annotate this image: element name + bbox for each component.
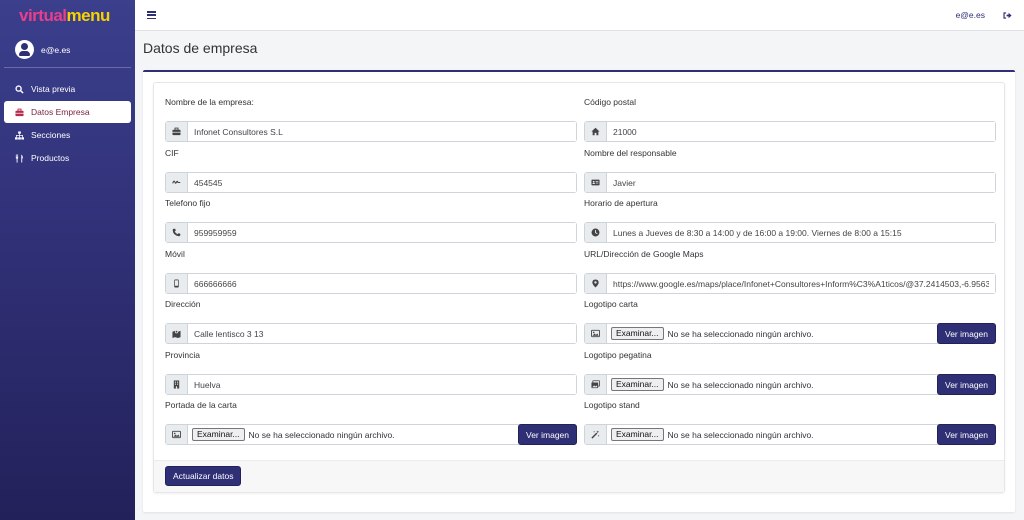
label-responsable: Nombre del responsable bbox=[584, 148, 677, 158]
logout-icon[interactable] bbox=[1003, 11, 1012, 20]
company-data-card: Nombre de la empresa: CIF bbox=[143, 70, 1015, 512]
label-direccion: Dirección bbox=[165, 299, 201, 309]
update-data-button[interactable]: Actualizar datos bbox=[165, 466, 242, 486]
logo-stand-file-status: No se ha seleccionado ningún archivo. bbox=[667, 429, 814, 440]
avatar bbox=[15, 40, 34, 59]
field-movil: Móvil bbox=[165, 249, 577, 294]
clock-icon bbox=[585, 223, 607, 242]
label-logo-carta: Logotipo carta bbox=[584, 299, 638, 309]
telefono-input[interactable] bbox=[188, 223, 576, 242]
signature-icon bbox=[166, 173, 188, 192]
sidebar-item-productos[interactable]: Productos bbox=[4, 147, 131, 169]
briefcase-icon bbox=[15, 108, 27, 117]
image-icon bbox=[166, 425, 188, 444]
field-cp: Código postal bbox=[584, 97, 996, 142]
mobile-icon bbox=[166, 274, 188, 293]
label-portada: Portada de la carta bbox=[165, 400, 237, 410]
logo-carta-view-button[interactable]: Ver imagen bbox=[937, 323, 996, 344]
sitemap-icon bbox=[15, 130, 27, 140]
phone-icon bbox=[166, 223, 188, 242]
logo-pegatina-browse-button[interactable]: Examinar... bbox=[611, 378, 664, 391]
page-title: Datos de empresa bbox=[143, 40, 258, 56]
sidebar-item-label: Datos Empresa bbox=[31, 107, 90, 117]
sidebar-nav: Vista previa Datos Empresa Secciones Pro… bbox=[0, 78, 135, 169]
field-logo-pegatina: Logotipo pegatina Examinar... No se ha s… bbox=[584, 350, 996, 395]
logo-carta-browse-button[interactable]: Examinar... bbox=[611, 327, 664, 340]
movil-input[interactable] bbox=[188, 274, 576, 293]
direccion-input[interactable] bbox=[188, 324, 576, 343]
field-provincia: Provincia bbox=[165, 350, 577, 395]
provincia-input[interactable] bbox=[188, 375, 576, 394]
portada-file-status: No se ha seleccionado ningún archivo. bbox=[248, 429, 395, 440]
responsable-input[interactable] bbox=[607, 173, 995, 192]
logo-pegatina-file-status: No se ha seleccionado ningún archivo. bbox=[667, 379, 814, 390]
sidebar-item-label: Productos bbox=[31, 153, 70, 163]
label-telefono: Telefono fijo bbox=[165, 198, 211, 208]
brand-part-virtual: virtual bbox=[19, 6, 67, 25]
label-logo-stand: Logotipo stand bbox=[584, 400, 640, 410]
field-logo-carta: Logotipo carta Examinar... No se ha sele… bbox=[584, 299, 996, 344]
brand-part-menu: menu bbox=[66, 6, 111, 25]
images-icon bbox=[585, 375, 607, 394]
logo-carta-file-status: No se ha seleccionado ningún archivo. bbox=[667, 328, 814, 339]
label-movil: Móvil bbox=[165, 249, 185, 259]
nombre-input[interactable] bbox=[188, 122, 576, 141]
field-telefono: Telefono fijo bbox=[165, 198, 577, 243]
map-marker-icon bbox=[585, 274, 607, 293]
label-horario: Horario de apertura bbox=[584, 198, 658, 208]
menu-toggle-icon[interactable] bbox=[147, 11, 156, 20]
user-email: e@e.es bbox=[41, 44, 71, 55]
map-icon bbox=[166, 324, 188, 343]
field-portada: Portada de la carta Examinar... No se ha… bbox=[165, 400, 577, 445]
sidebar: virtual menu e@e.es Vista previa Datos Em… bbox=[0, 0, 135, 520]
sidebar-item-datos-empresa[interactable]: Datos Empresa bbox=[4, 101, 131, 123]
logo-stand-browse-button[interactable]: Examinar... bbox=[611, 428, 664, 441]
logo-pegatina-view-button[interactable]: Ver imagen bbox=[937, 374, 996, 395]
image-icon bbox=[585, 324, 607, 343]
field-responsable: Nombre del responsable bbox=[584, 148, 996, 193]
field-direccion: Dirección bbox=[165, 299, 577, 344]
sidebar-item-secciones[interactable]: Secciones bbox=[4, 124, 131, 146]
field-maps: URL/Dirección de Google Maps bbox=[584, 249, 996, 294]
brand-logo[interactable]: virtual menu bbox=[0, 0, 135, 32]
home-icon bbox=[585, 122, 607, 141]
user-panel: e@e.es bbox=[4, 32, 131, 68]
maps-input[interactable] bbox=[607, 274, 995, 293]
company-form: Nombre de la empresa: CIF bbox=[153, 82, 1005, 493]
utensils-icon bbox=[15, 153, 27, 163]
logo-stand-view-button[interactable]: Ver imagen bbox=[937, 424, 996, 445]
briefcase-icon bbox=[166, 122, 188, 141]
label-provincia: Provincia bbox=[165, 350, 200, 360]
topbar-user-email[interactable]: e@e.es bbox=[956, 10, 985, 20]
magic-icon bbox=[585, 425, 607, 444]
form-footer: Actualizar datos bbox=[154, 460, 1004, 492]
search-icon bbox=[15, 84, 27, 94]
cp-input[interactable] bbox=[607, 122, 995, 141]
field-logo-stand: Logotipo stand Examinar... No se ha sele… bbox=[584, 400, 996, 445]
label-logo-pegatina: Logotipo pegatina bbox=[584, 350, 652, 360]
field-nombre: Nombre de la empresa: bbox=[165, 97, 577, 142]
id-card-icon bbox=[585, 173, 607, 192]
cif-input[interactable] bbox=[188, 173, 576, 192]
sidebar-item-label: Vista previa bbox=[31, 84, 76, 94]
label-cif: CIF bbox=[165, 148, 179, 158]
horario-input[interactable] bbox=[607, 223, 995, 242]
page-header: Datos de empresa bbox=[135, 31, 1024, 67]
sidebar-item-label: Secciones bbox=[31, 130, 71, 140]
field-cif: CIF bbox=[165, 148, 577, 193]
building-icon bbox=[166, 375, 188, 394]
portada-view-button[interactable]: Ver imagen bbox=[518, 424, 577, 445]
label-nombre: Nombre de la empresa: bbox=[165, 97, 254, 107]
label-cp: Código postal bbox=[584, 97, 636, 107]
topbar: e@e.es bbox=[135, 0, 1024, 31]
label-maps: URL/Dirección de Google Maps bbox=[584, 249, 704, 259]
field-horario: Horario de apertura bbox=[584, 198, 996, 243]
portada-browse-button[interactable]: Examinar... bbox=[192, 428, 245, 441]
form-body: Nombre de la empresa: CIF bbox=[154, 83, 1004, 460]
sidebar-item-vista-previa[interactable]: Vista previa bbox=[4, 78, 131, 100]
